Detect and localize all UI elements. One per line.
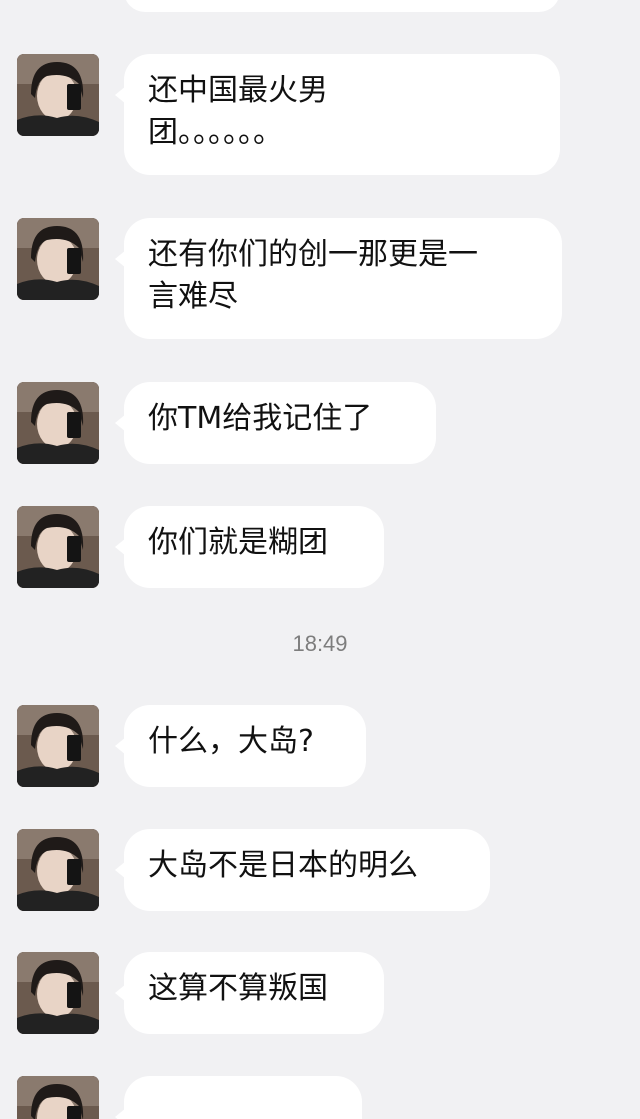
message-bubble[interactable]: [115, 1076, 362, 1119]
avatar[interactable]: [17, 382, 99, 464]
avatar-image: [17, 218, 99, 300]
chat-window: 还中国最火男 团。。。。。。 还有你们的创一那更是一 言难尽 你TM给我记住了 …: [0, 0, 640, 1119]
avatar-image: [17, 1076, 99, 1119]
avatar[interactable]: [17, 829, 99, 911]
avatar-image: [17, 506, 99, 588]
avatar[interactable]: [17, 218, 99, 300]
message-bubble[interactable]: 还中国最火男 团。。。。。。: [115, 54, 560, 175]
message-bubble[interactable]: 还有你们的创一那更是一 言难尽: [115, 218, 562, 339]
avatar[interactable]: [17, 54, 99, 136]
message-bubble[interactable]: 什么，大岛?: [115, 705, 366, 787]
avatar[interactable]: [17, 952, 99, 1034]
avatar[interactable]: [17, 1076, 99, 1119]
message-bubble[interactable]: 这算不算叛国: [115, 952, 384, 1034]
avatar[interactable]: [17, 506, 99, 588]
avatar[interactable]: [17, 705, 99, 787]
message-bubble-partial[interactable]: [124, 0, 560, 12]
timestamp: 18:49: [292, 631, 348, 656]
message-bubble[interactable]: 你TM给我记住了: [115, 382, 436, 464]
avatar-image: [17, 54, 99, 136]
message-bubble[interactable]: 你们就是糊团: [115, 506, 384, 588]
avatar-image: [17, 952, 99, 1034]
avatar-image: [17, 705, 99, 787]
avatar-image: [17, 829, 99, 911]
avatar-image: [17, 382, 99, 464]
message-bubble[interactable]: 大岛不是日本的明么: [115, 829, 490, 911]
